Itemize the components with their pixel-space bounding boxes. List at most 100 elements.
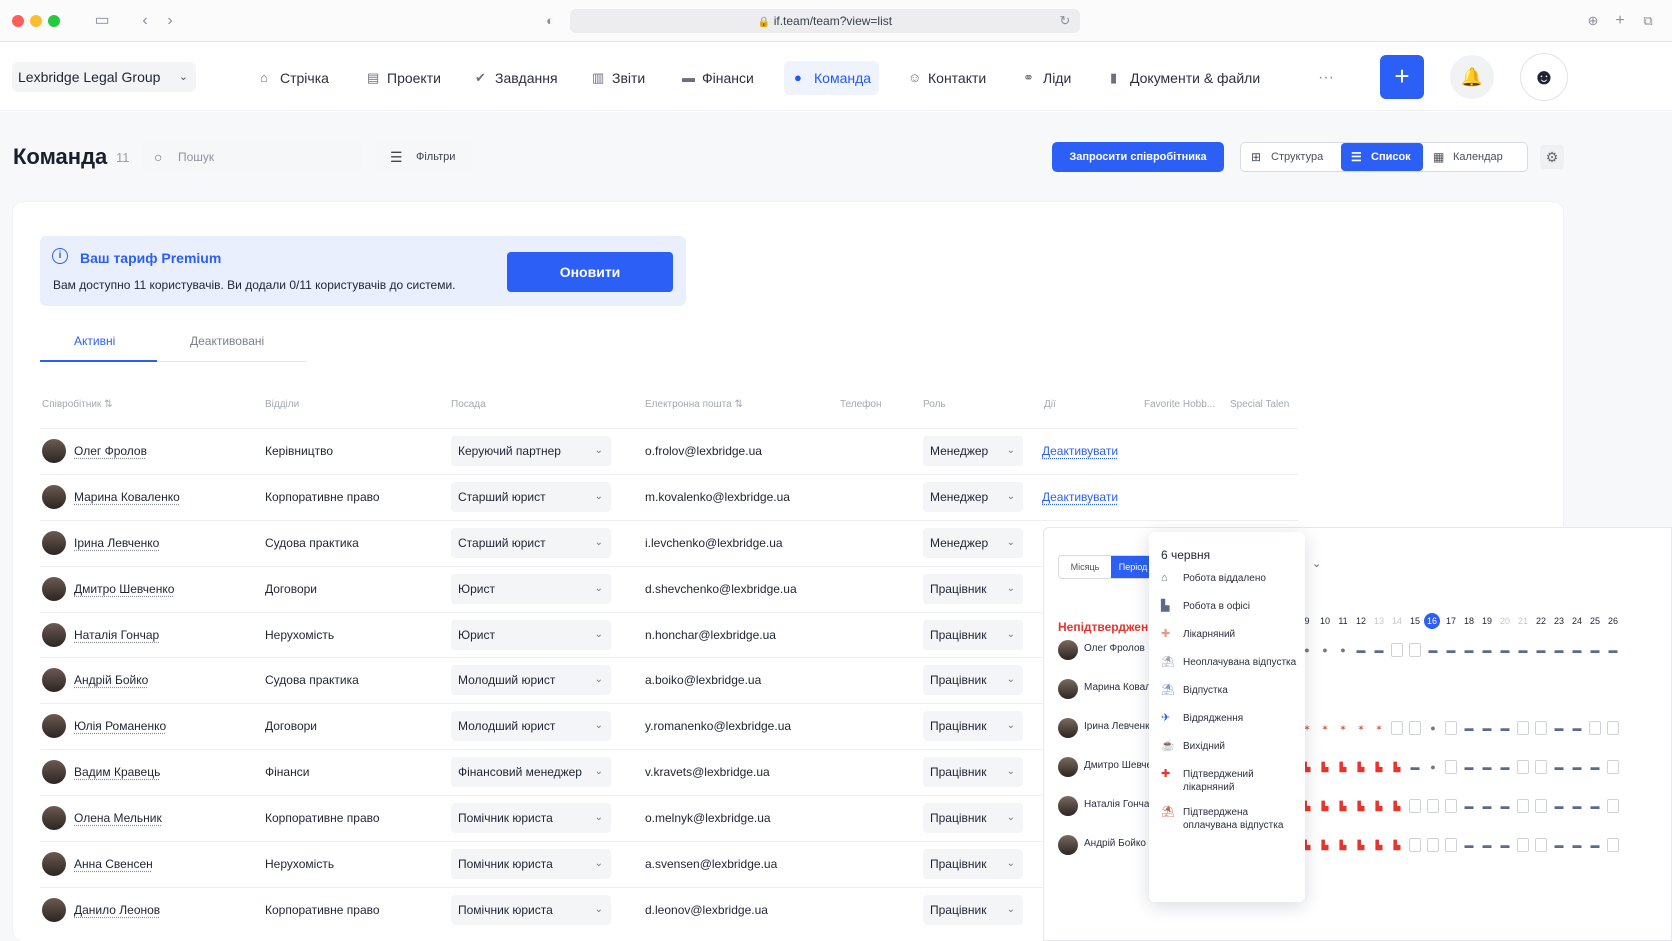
avatar[interactable]: ☻ xyxy=(1520,53,1568,101)
calendar-day-cell[interactable]: ▬ xyxy=(1481,838,1493,852)
calendar-day-cell[interactable] xyxy=(1445,838,1457,852)
calendar-day-cell[interactable]: ▬ xyxy=(1463,643,1475,657)
employee-name[interactable]: Анна Свенсен xyxy=(74,857,153,871)
calendar-day[interactable]: 10 xyxy=(1316,616,1334,626)
calendar-day-cell[interactable]: ▙ xyxy=(1337,838,1349,852)
close-window-icon[interactable] xyxy=(12,15,24,27)
minimize-window-icon[interactable] xyxy=(30,15,42,27)
column-header-employee[interactable]: Співробітник ⇅ xyxy=(42,399,112,410)
position-select[interactable]: Старший юрист ⌄ xyxy=(451,482,611,512)
calendar-day-cell[interactable] xyxy=(1517,838,1529,852)
invite-employee-button[interactable]: Запросити співробітника xyxy=(1052,142,1224,172)
calendar-day-cell[interactable] xyxy=(1409,721,1421,735)
calendar-day-cell[interactable] xyxy=(1517,799,1529,813)
calendar-day-cell[interactable] xyxy=(1535,799,1547,813)
calendar-day-cell[interactable] xyxy=(1607,760,1619,774)
calendar-day-cell[interactable]: ▙ xyxy=(1319,838,1331,852)
position-select[interactable]: Фінансовий менеджер ⌄ xyxy=(451,757,611,787)
calendar-day-cell[interactable]: ▙ xyxy=(1373,838,1385,852)
status-option[interactable]: ⛱ Неоплачувана відпустка xyxy=(1161,656,1301,669)
calendar-day-cell[interactable]: ▬ xyxy=(1463,721,1475,735)
employee-name[interactable]: Марина Коваленко xyxy=(74,490,180,504)
calendar-day-cell[interactable]: ▬ xyxy=(1553,799,1565,813)
calendar-day[interactable]: 15 xyxy=(1406,616,1424,626)
calendar-day-cell[interactable] xyxy=(1535,838,1547,852)
position-select[interactable]: Молодший юрист ⌄ xyxy=(451,711,611,741)
calendar-day[interactable]: 12 xyxy=(1352,616,1370,626)
nav-item-team[interactable]: ● Команда xyxy=(784,61,880,95)
calendar-day-cell[interactable]: ● xyxy=(1319,643,1331,657)
column-header-email[interactable]: Електронна пошта ⇅ xyxy=(645,399,743,410)
calendar-day-cell[interactable]: ▬ xyxy=(1445,643,1457,657)
new-tab-icon[interactable]: + xyxy=(1610,11,1630,31)
position-select[interactable]: Помічник юриста ⌄ xyxy=(451,895,611,925)
calendar-day-cell[interactable]: ▬ xyxy=(1553,721,1565,735)
position-select[interactable]: Юрист ⌄ xyxy=(451,574,611,604)
position-select[interactable]: Старший юрист ⌄ xyxy=(451,528,611,558)
role-select[interactable]: Менеджер ⌄ xyxy=(923,482,1023,512)
calendar-day-cell[interactable]: ▙ xyxy=(1373,760,1385,774)
calendar-day-cell[interactable]: ▬ xyxy=(1571,838,1583,852)
calendar-day-cell[interactable]: ✶ xyxy=(1337,721,1349,735)
calendar-day-cell[interactable]: ● xyxy=(1337,643,1349,657)
calendar-day-cell[interactable]: ▬ xyxy=(1517,643,1529,657)
calendar-day-cell[interactable]: ▬ xyxy=(1481,760,1493,774)
calendar-day[interactable]: 24 xyxy=(1568,616,1586,626)
role-select[interactable]: Працівник ⌄ xyxy=(923,849,1023,879)
nav-item-tasks[interactable]: ✔ Завдання xyxy=(465,61,566,95)
calendar-day-cell[interactable]: ▙ xyxy=(1337,760,1349,774)
calendar-day[interactable]: 16 xyxy=(1424,613,1440,629)
role-select[interactable]: Працівник ⌄ xyxy=(923,665,1023,695)
nav-item-feed[interactable]: ⌂ Стрічка xyxy=(250,61,337,95)
calendar-day-cell[interactable]: ▬ xyxy=(1589,838,1601,852)
calendar-day-cell[interactable] xyxy=(1427,838,1439,852)
calendar-day-cell[interactable]: ▬ xyxy=(1499,760,1511,774)
calendar-day-cell[interactable]: ▬ xyxy=(1553,643,1565,657)
calendar-day-cell[interactable] xyxy=(1409,643,1421,657)
role-select[interactable]: Менеджер ⌄ xyxy=(923,528,1023,558)
calendar-day-cell[interactable]: ▬ xyxy=(1607,643,1619,657)
status-option[interactable]: ✈ Відрядження xyxy=(1161,712,1301,725)
role-select[interactable]: Менеджер ⌄ xyxy=(923,436,1023,466)
calendar-day-cell[interactable] xyxy=(1409,838,1421,852)
address-bar[interactable]: 🔒 if.team/team?view=list xyxy=(570,9,1080,33)
nav-item-reports[interactable]: ▥ Звіти xyxy=(582,61,653,95)
calendar-day-cell[interactable]: ▬ xyxy=(1553,838,1565,852)
calendar-day-cell[interactable]: ▙ xyxy=(1391,799,1403,813)
calendar-day[interactable]: 19 xyxy=(1478,616,1496,626)
calendar-day-cell[interactable]: ▬ xyxy=(1481,721,1493,735)
calendar-day-cell[interactable]: ▬ xyxy=(1499,721,1511,735)
calendar-day-cell[interactable] xyxy=(1445,799,1457,813)
search-input[interactable]: ○ Пошук xyxy=(142,140,362,174)
month-option[interactable]: Місяць xyxy=(1059,556,1111,578)
status-option[interactable]: ✚ Підтверджений лікарняний xyxy=(1161,768,1301,794)
nav-item-contacts[interactable]: ☺ Контакти xyxy=(898,61,994,95)
org-switcher[interactable]: Lexbridge Legal Group ⌄ xyxy=(12,62,196,92)
calendar-day[interactable]: 21 xyxy=(1514,616,1532,626)
employee-name[interactable]: Дмитро Шевченко xyxy=(74,582,174,596)
view-structure-tab[interactable]: ⊞ Структура xyxy=(1241,143,1341,171)
calendar-day[interactable]: 20 xyxy=(1496,616,1514,626)
view-calendar-tab[interactable]: ▦ Календар xyxy=(1423,143,1527,171)
calendar-day-cell[interactable]: ▬ xyxy=(1499,643,1511,657)
employee-name[interactable]: Юлія Романенко xyxy=(74,719,166,733)
calendar-day-cell[interactable]: ▙ xyxy=(1355,838,1367,852)
zoom-window-icon[interactable] xyxy=(48,15,60,27)
calendar-day-cell[interactable] xyxy=(1409,799,1421,813)
add-button[interactable]: + xyxy=(1380,55,1424,99)
calendar-day-cell[interactable]: ✶ xyxy=(1355,721,1367,735)
calendar-day-cell[interactable] xyxy=(1607,838,1619,852)
calendar-day[interactable]: 14 xyxy=(1388,616,1406,626)
calendar-day-cell[interactable]: ▬ xyxy=(1589,799,1601,813)
calendar-day-cell[interactable]: ▬ xyxy=(1571,721,1583,735)
sidebar-toggle-icon[interactable]: ▭ xyxy=(92,11,112,31)
view-list-tab[interactable]: ☰ Список xyxy=(1341,143,1423,171)
position-select[interactable]: Молодший юрист ⌄ xyxy=(451,665,611,695)
employee-name[interactable]: Вадим Кравець xyxy=(74,765,160,779)
position-select[interactable]: Юрист ⌄ xyxy=(451,620,611,650)
calendar-day-cell[interactable]: ▬ xyxy=(1409,760,1421,774)
calendar-day-cell[interactable]: ▙ xyxy=(1319,760,1331,774)
calendar-day-cell[interactable]: ▬ xyxy=(1571,643,1583,657)
calendar-day-cell[interactable]: ▬ xyxy=(1571,760,1583,774)
tab-deactivated[interactable]: Деактивовані xyxy=(190,334,264,348)
